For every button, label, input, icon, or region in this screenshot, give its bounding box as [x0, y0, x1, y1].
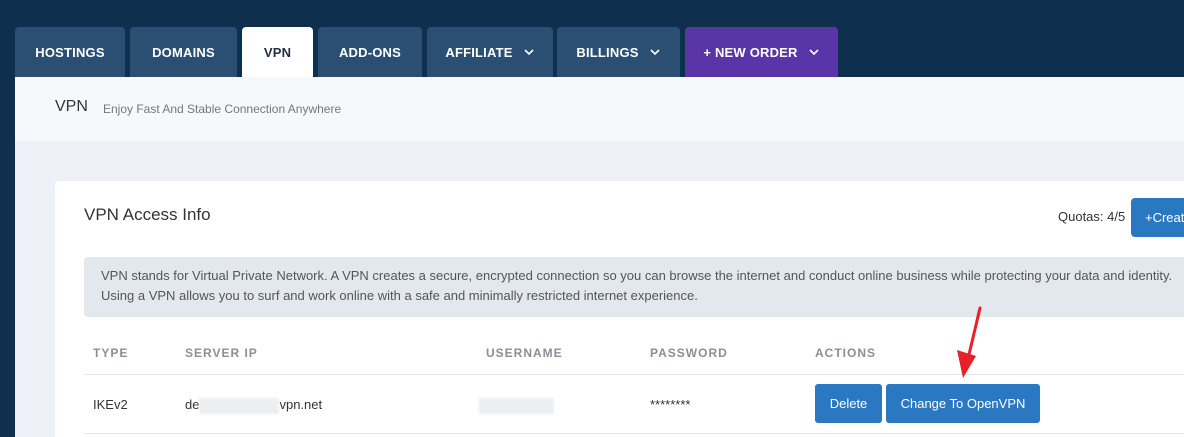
tab-label: HOSTINGS — [35, 44, 105, 60]
column-header-type: TYPE — [93, 346, 129, 360]
tab-vpn[interactable]: VPN — [242, 27, 313, 77]
table-row: IKEv2 de vpn.net ******** Delete Change T… — [84, 376, 1184, 434]
page-subtitle: Enjoy Fast And Stable Connection Anywher… — [103, 102, 342, 116]
tab-label: ADD-ONS — [338, 44, 402, 60]
page-header: VPN Enjoy Fast And Stable Connection Any… — [15, 77, 1184, 141]
red-arrow-annotation — [940, 300, 990, 385]
tab-billings[interactable]: BILLINGS — [557, 27, 680, 77]
delete-button[interactable]: Delete — [815, 384, 882, 423]
server-ip-prefix: de — [185, 397, 200, 412]
table-header: TYPE SERVER IP USERNAME PASSWORD ACTIONS — [84, 331, 1184, 375]
tab-label: VPN — [263, 44, 292, 60]
redacted-text — [199, 397, 280, 414]
cell-password: ******** — [650, 397, 691, 412]
chevron-down-icon — [808, 46, 820, 58]
tab-label: + NEW ORDER — [703, 44, 798, 60]
tab-label: BILLINGS — [576, 44, 639, 60]
cell-server-ip: de vpn.net — [185, 397, 322, 414]
page-title: VPN — [55, 98, 88, 115]
chevron-down-icon — [523, 46, 535, 58]
redacted-text — [479, 397, 554, 414]
tab-new-order[interactable]: + NEW ORDER — [685, 27, 838, 77]
info-text: VPN stands for Virtual Private Network. … — [101, 268, 1173, 303]
vpn-access-card: VPN Access Info Quotas: 4/5 +Create VPN … — [55, 181, 1184, 437]
chevron-down-icon — [649, 46, 661, 58]
tab-affiliate[interactable]: AFFILIATE — [427, 27, 553, 77]
tab-label: DOMAINS — [152, 44, 215, 60]
info-alert: VPN stands for Virtual Private Network. … — [84, 257, 1184, 317]
create-button[interactable]: +Create — [1131, 198, 1184, 237]
tab-label: AFFILIATE — [445, 44, 513, 60]
tab-add-ons[interactable]: ADD-ONS — [318, 27, 422, 77]
change-to-openvpn-button[interactable]: Change To OpenVPN — [886, 384, 1040, 423]
quotas-label: Quotas: 4/5 — [1058, 209, 1126, 224]
column-header-password: PASSWORD — [650, 346, 728, 360]
cell-type: IKEv2 — [93, 397, 128, 412]
main-content: VPN Enjoy Fast And Stable Connection Any… — [15, 77, 1184, 437]
card-title: VPN Access Info — [84, 205, 211, 224]
cell-username — [479, 397, 554, 414]
column-header-username: USERNAME — [486, 346, 563, 360]
column-header-server-ip: SERVER IP — [185, 346, 258, 360]
tab-hostings[interactable]: HOSTINGS — [15, 27, 125, 77]
top-navigation: HOSTINGS DOMAINS VPN ADD-ONS AFFILIATE B… — [0, 0, 1184, 77]
column-header-actions: ACTIONS — [815, 346, 876, 360]
server-ip-suffix: vpn.net — [279, 397, 323, 412]
tab-domains[interactable]: DOMAINS — [130, 27, 237, 77]
